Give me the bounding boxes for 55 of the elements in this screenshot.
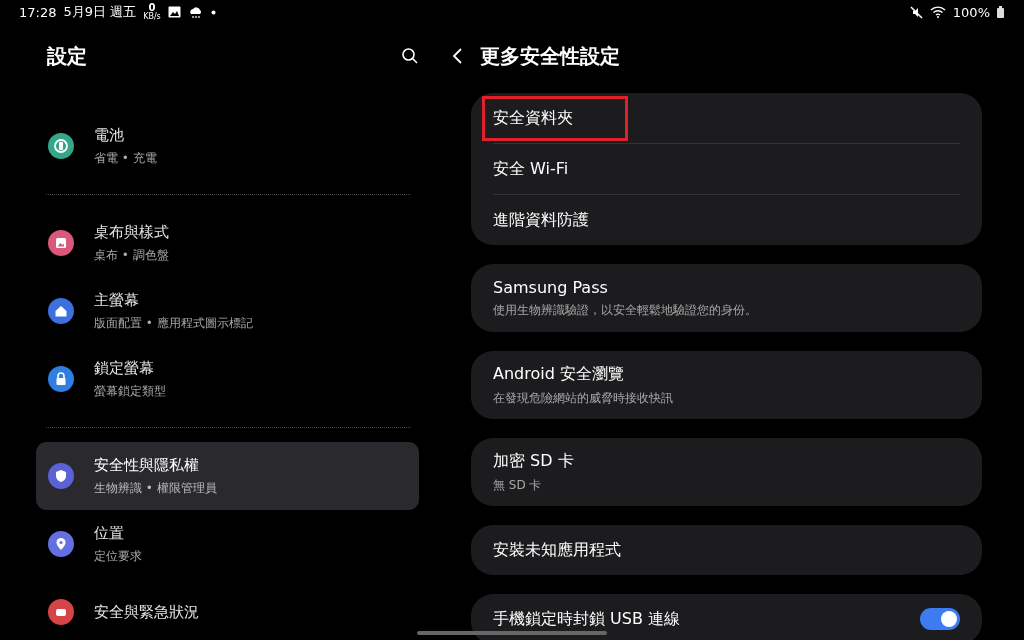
item-subtitle: 螢幕鎖定類型 bbox=[94, 382, 166, 400]
item-subtitle: 省電 • 充電 bbox=[94, 149, 157, 167]
cloud-icon bbox=[187, 5, 204, 19]
settings-row[interactable]: 安裝未知應用程式 bbox=[471, 525, 982, 575]
item-title: 桌布與樣式 bbox=[94, 222, 169, 242]
page-title: 更多安全性設定 bbox=[480, 42, 620, 70]
item-subtitle: 定位要求 bbox=[94, 547, 142, 565]
toggle-switch[interactable] bbox=[920, 608, 960, 630]
settings-item[interactable]: 安全性與隱私權 生物辨識 • 權限管理員 bbox=[36, 442, 419, 510]
settings-row[interactable]: 加密 SD 卡 無 SD 卡 bbox=[471, 438, 982, 506]
row-subtitle: 無 SD 卡 bbox=[493, 476, 543, 494]
net-speed: 0 bbox=[148, 3, 156, 13]
row-title: 安裝未知應用程式 bbox=[493, 539, 621, 561]
settings-item[interactable]: 鎖定螢幕 螢幕鎖定類型 bbox=[36, 345, 419, 413]
item-title: 電池 bbox=[94, 125, 125, 145]
settings-row[interactable]: Android 安全瀏覽 在發現危險網站的威脅時接收快訊 bbox=[471, 351, 982, 419]
settings-item[interactable]: 桌布與樣式 桌布 • 調色盤 bbox=[36, 209, 419, 277]
image-icon bbox=[167, 6, 181, 18]
status-date: 5月9日 週五 bbox=[63, 3, 137, 21]
settings-item[interactable]: 電池 省電 • 充電 bbox=[36, 112, 419, 180]
item-title: 安全與緊急狀況 bbox=[94, 602, 199, 622]
mute-icon bbox=[909, 5, 923, 19]
wifi-icon bbox=[929, 6, 946, 18]
settings-item[interactable]: 安全與緊急狀況 bbox=[36, 578, 419, 640]
row-title: Android 安全瀏覽 bbox=[493, 363, 624, 385]
item-title: 安全性與隱私權 bbox=[94, 455, 200, 475]
item-subtitle: 桌布 • 調色盤 bbox=[94, 246, 169, 264]
settings-row[interactable]: 進階資料防護 bbox=[471, 195, 982, 245]
back-icon[interactable] bbox=[452, 47, 464, 65]
settings-item[interactable]: 主螢幕 版面配置 • 應用程式圖示標記 bbox=[36, 277, 419, 345]
settings-title: 設定 bbox=[47, 42, 87, 70]
row-title: 手機鎖定時封鎖 USB 連線 bbox=[493, 608, 680, 630]
search-icon[interactable] bbox=[401, 47, 419, 65]
settings-row[interactable]: Samsung Pass 使用生物辨識驗證，以安全輕鬆地驗證您的身份。 bbox=[471, 264, 982, 332]
row-subtitle: 使用生物辨識驗證，以安全輕鬆地驗證您的身份。 bbox=[493, 301, 757, 319]
row-subtitle: 在發現危險網站的威脅時接收快訊 bbox=[493, 389, 673, 407]
battery-percent: 100% bbox=[952, 4, 990, 20]
item-subtitle: 生物辨識 • 權限管理員 bbox=[94, 479, 217, 497]
row-title: Samsung Pass bbox=[493, 277, 608, 297]
settings-row[interactable]: 手機鎖定時封鎖 USB 連線 bbox=[471, 594, 982, 640]
row-title: 加密 SD 卡 bbox=[493, 450, 574, 472]
row-title: 安全 Wi-Fi bbox=[493, 158, 569, 180]
row-title: 安全資料夾 bbox=[482, 95, 628, 141]
clock-time: 17:28 bbox=[19, 4, 57, 20]
settings-row[interactable]: 安全資料夾 bbox=[471, 93, 982, 143]
net-unit: KB/s bbox=[143, 13, 161, 21]
battery-icon bbox=[997, 6, 1004, 18]
item-title: 位置 bbox=[94, 523, 125, 543]
settings-row[interactable]: 安全 Wi-Fi bbox=[471, 144, 982, 194]
dot-icon bbox=[210, 9, 216, 15]
settings-item[interactable]: 位置 定位要求 bbox=[36, 510, 419, 578]
item-title: 鎖定螢幕 bbox=[94, 358, 155, 378]
item-subtitle: 版面配置 • 應用程式圖示標記 bbox=[94, 314, 253, 332]
row-title: 進階資料防護 bbox=[493, 209, 589, 231]
item-title: 主螢幕 bbox=[94, 290, 140, 310]
